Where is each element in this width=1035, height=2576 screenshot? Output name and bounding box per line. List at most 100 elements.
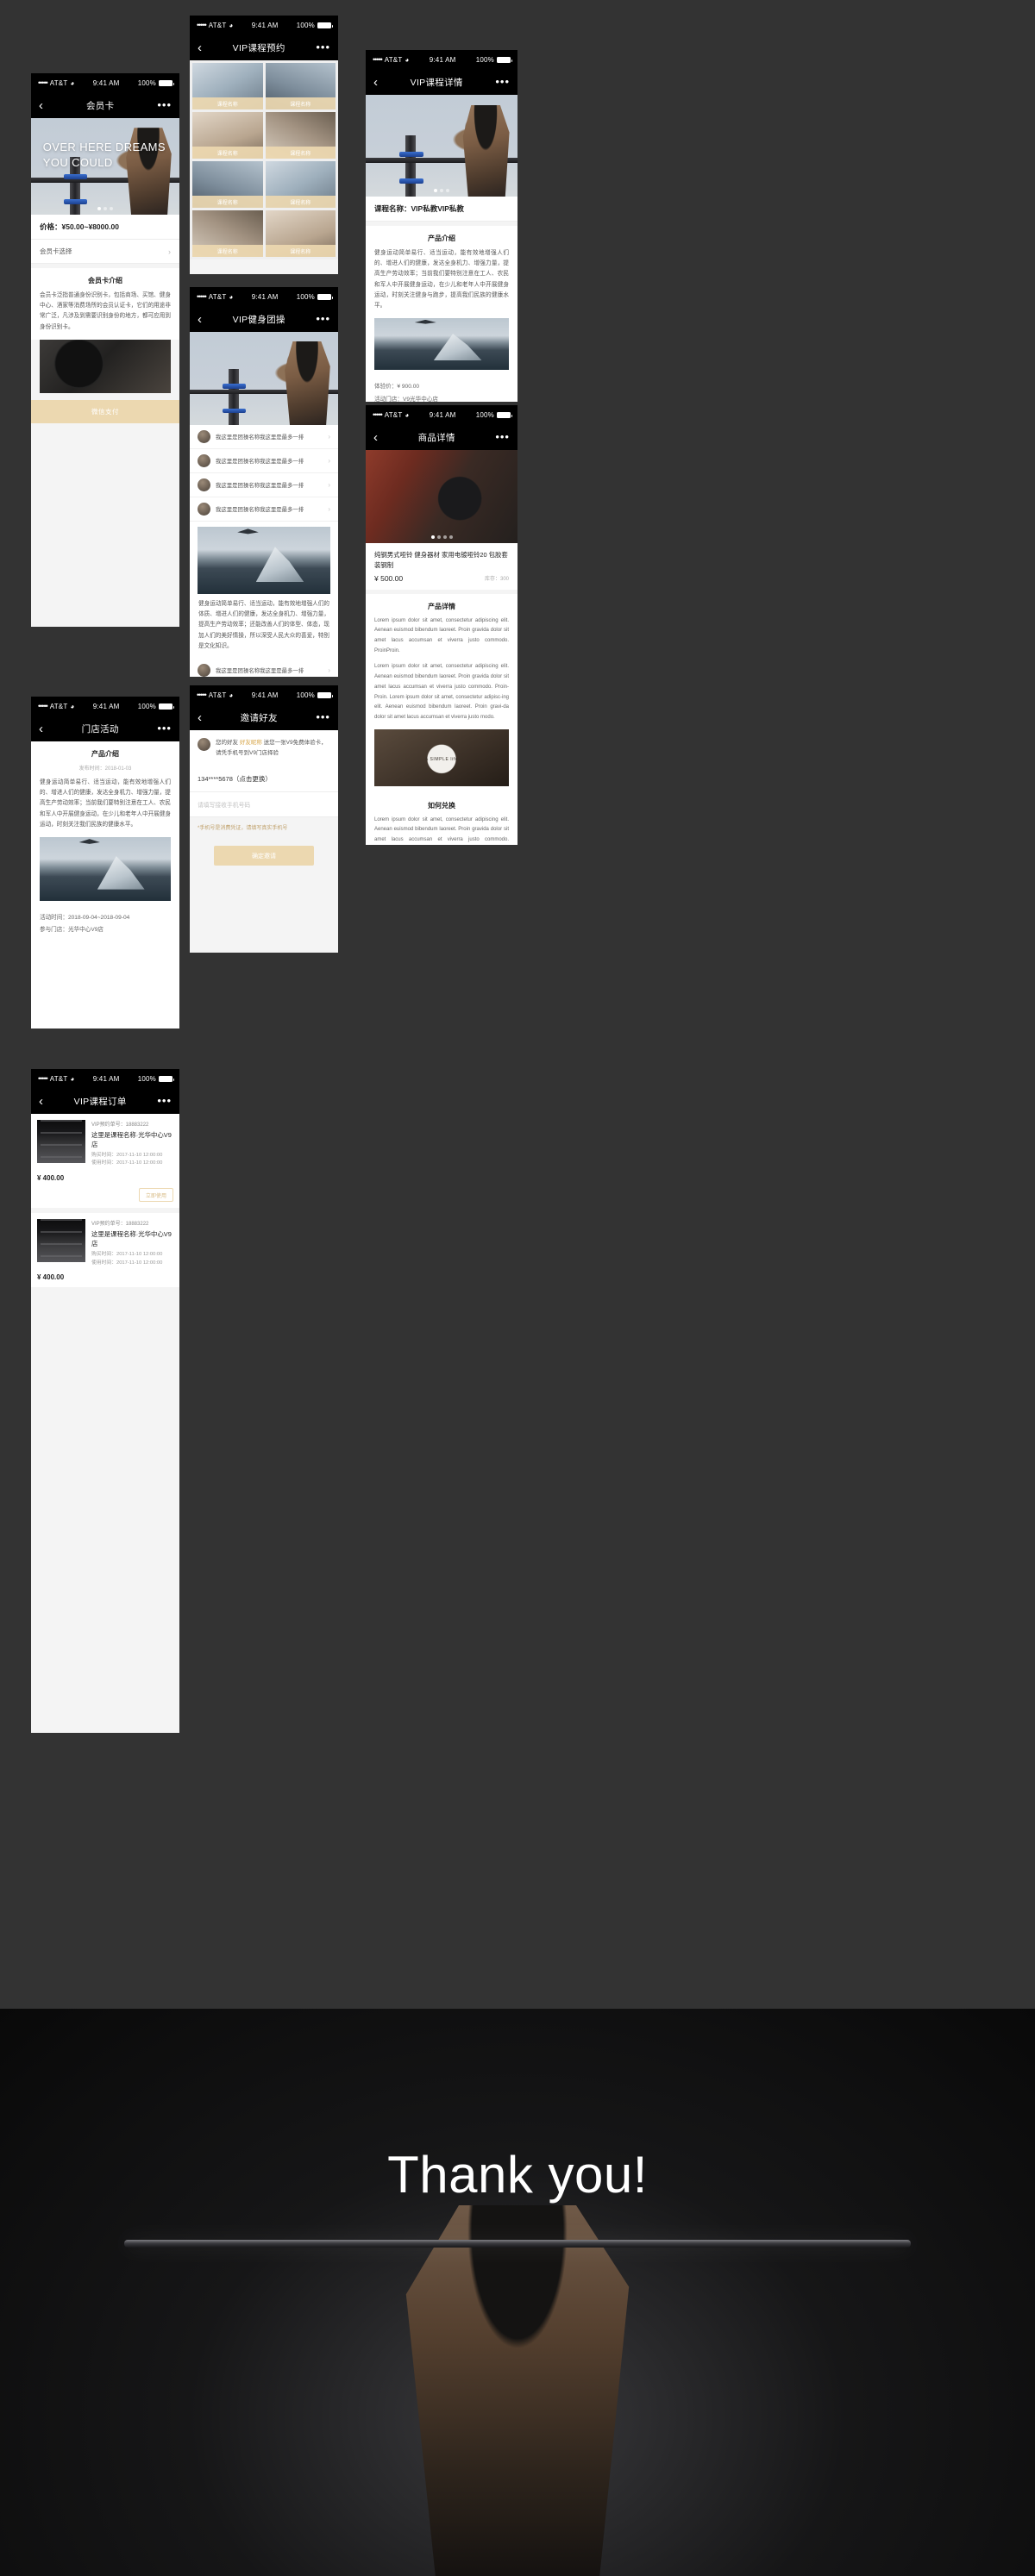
phone-store-activity: ••••• AT&T ◕ 9:41 AM 100% ‹ 门店活动 ••• 产品介绍 … xyxy=(31,697,179,1029)
activity-body: 健身运动简单易行、适当运动，能有效地增强人们的、增进人们的健康，发达全身机力、增… xyxy=(31,778,179,837)
more-icon[interactable]: ••• xyxy=(157,99,172,110)
more-icon[interactable]: ••• xyxy=(157,722,172,734)
back-icon[interactable]: ‹ xyxy=(39,722,43,735)
list-item[interactable]: 我这里是团操名称我这里是最多一排 › xyxy=(190,425,338,449)
carousel-dots[interactable] xyxy=(31,207,179,210)
order-card[interactable]: VIP预约单号：18883222 这里是课程名称·光华中心V9店 购买时间：20… xyxy=(31,1114,179,1209)
signal-dots-icon: ••••• xyxy=(38,78,48,87)
carrier-label: AT&T xyxy=(384,55,403,64)
order-use-time: 使用时间：2017-11-10 12:00:00 xyxy=(91,1260,163,1266)
hero-image[interactable]: OVER HERE DREAMS YOU COULD xyxy=(31,118,179,215)
order-price: ¥ 400.00 xyxy=(37,1273,65,1282)
battery-icon xyxy=(497,56,512,63)
chevron-right-icon: › xyxy=(168,247,171,256)
wechat-pay-button[interactable]: 微信支付 xyxy=(31,399,179,423)
back-icon[interactable]: ‹ xyxy=(39,1095,43,1108)
order-name: 这里是课程名称·光华中心V9店 xyxy=(91,1229,172,1247)
course-cell[interactable]: 课程名称 xyxy=(192,161,263,208)
course-cell[interactable]: 课程名称 xyxy=(265,63,336,109)
more-icon[interactable]: ••• xyxy=(157,1095,172,1106)
back-icon[interactable]: ‹ xyxy=(198,711,202,724)
section-title: 会员卡介绍 xyxy=(31,268,179,291)
hero-image[interactable] xyxy=(190,332,338,425)
publish-time: 发布时间：2018-01-03 xyxy=(31,764,179,778)
phone-row[interactable]: 134****5678（点击更换） xyxy=(190,766,338,793)
more-icon[interactable]: ••• xyxy=(495,431,510,442)
nav-bar: ‹ 门店活动 ••• xyxy=(31,716,179,741)
course-caption: 课程名称 xyxy=(265,97,336,109)
status-bar: ••••• AT&T ◕ 9:41 AM 100% xyxy=(31,697,179,716)
clock-label: 9:41 AM xyxy=(251,292,279,301)
chevron-right-icon: › xyxy=(328,505,330,513)
carrier-label: AT&T xyxy=(49,1074,68,1083)
carrier-label: AT&T xyxy=(49,78,68,87)
back-icon[interactable]: ‹ xyxy=(373,431,378,444)
page-title: VIP课程预约 xyxy=(232,42,285,53)
more-icon[interactable]: ••• xyxy=(316,711,330,722)
course-cell[interactable]: 课程名称 xyxy=(192,210,263,257)
order-price: ¥ 400.00 xyxy=(37,1174,65,1183)
wifi-icon: ◕ xyxy=(70,702,75,710)
friend-nickname: 好友昵称 xyxy=(239,740,262,746)
battery-icon xyxy=(159,703,174,710)
membership-select-row[interactable]: 会员卡选择 › xyxy=(31,240,179,264)
product-title: 纯钢男式哑铃 健身器材 家用电镀哑铃20 包胶套装钢制 xyxy=(366,543,518,574)
list-item-label: 我这里是团操名称我这里是最多一排 xyxy=(216,667,304,674)
course-cell[interactable]: 课程名称 xyxy=(192,63,263,109)
more-icon[interactable]: ••• xyxy=(316,41,330,53)
chevron-right-icon: › xyxy=(328,666,330,674)
more-icon[interactable]: ••• xyxy=(316,313,330,324)
course-cell[interactable]: 课程名称 xyxy=(265,161,336,208)
back-icon[interactable]: ‹ xyxy=(39,99,43,112)
battery-icon xyxy=(159,79,174,86)
chevron-right-icon: › xyxy=(328,481,330,489)
battery-label: 100% xyxy=(296,21,315,29)
back-icon[interactable]: ‹ xyxy=(198,313,202,326)
course-grid: 课程名称 课程名称 课程名称 课程名称 课程名称 课程名称 课程名称 课程名称 xyxy=(190,60,338,259)
list-item[interactable]: 我这里是团操名称我这里是最多一排 › xyxy=(190,449,338,473)
list-item[interactable]: 我这里是团操名称我这里是最多一排 › xyxy=(190,497,338,522)
confirm-invite-button[interactable]: 确定邀请 xyxy=(214,846,314,866)
battery-icon xyxy=(317,293,333,300)
wifi-icon: ◕ xyxy=(405,410,410,419)
order-use-button[interactable]: 立即使用 xyxy=(138,1188,173,1203)
more-icon[interactable]: ••• xyxy=(495,76,510,87)
nav-bar: ‹ 商品详情 ••• xyxy=(366,424,518,450)
avatar xyxy=(198,663,210,677)
back-icon[interactable]: ‹ xyxy=(373,76,378,89)
list-item-label: 我这里是团操名称我这里是最多一排 xyxy=(216,435,304,441)
phone-product-detail: ••••• AT&T ◕ 9:41 AM 100% ‹ 商品详情 ••• 纯钢男式哑… xyxy=(366,405,518,845)
course-cell[interactable]: 课程名称 xyxy=(265,210,336,257)
group-body: 健身运动简单易行、适当运动，能有效地增强人们的体质、增进人们的健康，发达全身机力… xyxy=(190,599,338,659)
course-cell[interactable]: 课程名称 xyxy=(265,112,336,159)
section-title: 产品介绍 xyxy=(31,741,179,764)
product-photo xyxy=(374,728,509,786)
back-icon[interactable]: ‹ xyxy=(198,41,202,54)
battery-label: 100% xyxy=(475,55,494,64)
wifi-icon: ◕ xyxy=(405,55,410,64)
list-item[interactable]: 我这里是团操名称我这里是最多一排 › xyxy=(190,658,338,677)
battery-label: 100% xyxy=(475,410,494,419)
carousel-dots[interactable] xyxy=(366,189,518,192)
phone-input[interactable]: 请填写接收手机号码 xyxy=(190,792,338,818)
product-desc-1: Lorem ipsum dolor sit amet, consectetur … xyxy=(366,616,518,663)
activity-photo xyxy=(40,836,171,901)
clock-label: 9:41 AM xyxy=(251,691,279,699)
group-photo xyxy=(198,527,330,594)
signal-dots-icon: ••••• xyxy=(197,691,207,699)
course-cell[interactable]: 课程名称 xyxy=(192,112,263,159)
carousel-dots[interactable] xyxy=(366,535,518,539)
phone-note: *手机号是消费凭证，请填写真实手机号 xyxy=(198,826,288,832)
clock-label: 9:41 AM xyxy=(429,55,456,64)
wifi-icon: ◕ xyxy=(229,21,234,29)
battery-label: 100% xyxy=(137,78,156,87)
wifi-icon: ◕ xyxy=(70,1074,75,1083)
course-caption: 课程名称 xyxy=(192,147,263,159)
product-image[interactable] xyxy=(366,450,518,543)
battery-label: 100% xyxy=(137,1074,156,1083)
hero-image[interactable] xyxy=(366,95,518,197)
order-card[interactable]: VIP预约单号：18883222 这里是课程名称·光华中心V9店 购买时间：20… xyxy=(31,1213,179,1288)
page-title: 商品详情 xyxy=(417,432,455,443)
phone-member-card: ••••• AT&T ◕ 9:41 AM 100% ‹ 会员卡 ••• OVER H… xyxy=(31,73,179,627)
list-item[interactable]: 我这里是团操名称我这里是最多一排 › xyxy=(190,473,338,497)
